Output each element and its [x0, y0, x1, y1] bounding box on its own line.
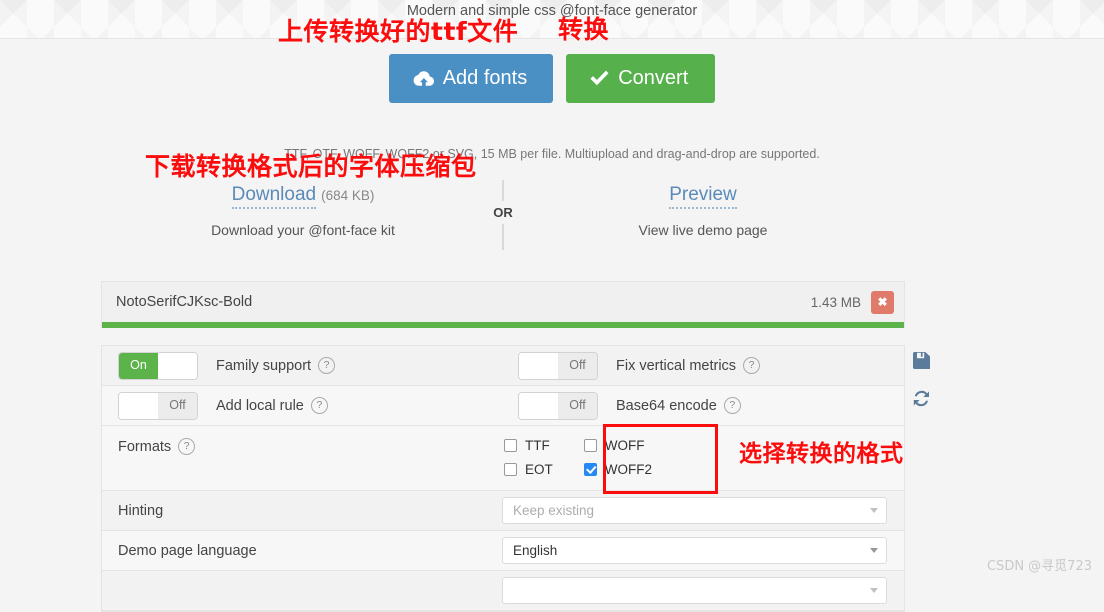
help-icon-base64-encode[interactable]: ?	[723, 397, 741, 414]
help-icon-fix-vertical-metrics[interactable]: ?	[743, 357, 761, 374]
preview-link-wrap: Preview	[503, 184, 903, 209]
site-tagline: Modern and simple css @font-face generat…	[406, 3, 698, 19]
help-icon-add-local-rule[interactable]: ?	[310, 397, 328, 414]
csdn-watermark: CSDN @寻觅723	[986, 559, 1092, 574]
hinting-select[interactable]: Keep existing	[502, 497, 887, 524]
fix-vertical-metrics-cell: Off Fix vertical metrics ?	[502, 351, 902, 380]
format-label-ttf: TTF	[525, 438, 550, 453]
chevron-down-icon-demo-language	[870, 548, 878, 553]
base64-encode-label: Base64 encode	[616, 397, 717, 414]
download-size-label: (684 KB)	[321, 188, 375, 203]
format-option-ttf[interactable]: TTF	[504, 438, 553, 453]
chevron-down-icon-next-option	[870, 588, 878, 593]
fix-vertical-metrics-label-wrap: Fix vertical metrics ?	[616, 357, 761, 374]
chevron-down-icon-hinting	[870, 508, 878, 513]
formats-label: Formats	[118, 438, 172, 455]
panel-side-actions	[905, 345, 937, 412]
preview-link[interactable]: Preview	[669, 184, 737, 209]
family-support-toggle-knob	[158, 352, 197, 379]
file-progress-bar	[102, 322, 904, 328]
checkbox-woff[interactable]	[583, 439, 597, 452]
convert-label: Convert	[618, 67, 689, 89]
base64-encode-toggle[interactable]: Off	[518, 391, 598, 420]
family-support-toggle-state: On	[119, 352, 158, 379]
base64-encode-toggle-state: Off	[558, 392, 597, 419]
demo-language-row: Demo page language English	[102, 531, 904, 571]
demo-language-select-value: English	[513, 543, 558, 558]
formats-group-left: TTF EOT	[504, 438, 553, 477]
preview-column: Preview View live demo page	[503, 184, 903, 238]
help-icon-family-support[interactable]: ?	[318, 357, 336, 374]
add-local-rule-cell: Off Add local rule ?	[102, 391, 502, 420]
family-support-label-wrap: Family support ?	[216, 357, 336, 374]
fix-vertical-metrics-toggle-knob	[519, 352, 558, 379]
hinting-label: Hinting	[118, 502, 164, 519]
family-support-label: Family support	[216, 357, 312, 374]
add-fonts-label: Add fonts	[442, 67, 528, 89]
hinting-row: Hinting Keep existing	[102, 491, 904, 531]
add-local-rule-label: Add local rule	[216, 397, 304, 414]
file-size: 1.43 MB	[810, 294, 861, 310]
base64-encode-toggle-knob	[519, 392, 558, 419]
actions-zone: Add fonts Convert TTF, OTF, WOFF, WOFF2 …	[0, 39, 1104, 161]
demo-language-label: Demo page language	[118, 542, 257, 559]
fix-vertical-metrics-toggle[interactable]: Off	[518, 351, 598, 380]
download-column: Download (684 KB) Download your @font-fac…	[103, 184, 503, 238]
add-fonts-button[interactable]: Add fonts	[388, 54, 554, 103]
base64-encode-label-wrap: Base64 encode ?	[616, 397, 741, 414]
refresh-icon[interactable]	[913, 390, 930, 412]
annotation-upload-ttf: 上传转换好的ttf文件	[278, 17, 519, 46]
add-local-rule-toggle-state: Off	[158, 392, 197, 419]
fix-vertical-metrics-label: Fix vertical metrics	[616, 357, 737, 374]
download-subtitle: Download your @font-face kit	[211, 222, 395, 238]
download-link-wrap: Download (684 KB)	[103, 184, 503, 209]
file-name: NotoSerifCJKsc-Bold	[116, 294, 253, 310]
download-link[interactable]: Download	[231, 184, 317, 209]
help-icon-formats[interactable]: ?	[178, 438, 196, 455]
file-row: NotoSerifCJKsc-Bold 1.43 MB ✖	[102, 282, 904, 322]
save-icon[interactable]	[912, 352, 930, 374]
annotation-download-package: 下载转换格式后的字体压缩包	[145, 152, 477, 181]
add-local-rule-label-wrap: Add local rule ?	[216, 397, 328, 414]
demo-language-select[interactable]: English	[502, 537, 887, 564]
next-option-row-partial	[102, 571, 904, 611]
formats-label-wrap: Formats ?	[102, 438, 502, 455]
annotation-highlight-box-formats	[603, 424, 718, 494]
annotation-select-format: 选择转换的格式	[739, 441, 904, 467]
action-button-row: Add fonts Convert	[0, 54, 1104, 103]
checkbox-ttf[interactable]	[504, 439, 517, 452]
next-option-select[interactable]	[502, 577, 887, 604]
checkbox-woff2[interactable]	[583, 463, 597, 476]
family-support-toggle[interactable]: On	[118, 351, 198, 380]
family-support-cell: On Family support ?	[102, 351, 502, 380]
convert-button[interactable]: Convert	[566, 54, 716, 103]
format-option-eot[interactable]: EOT	[504, 462, 553, 477]
options-row-1: On Family support ? Off Fix vertical met…	[102, 346, 904, 386]
add-local-rule-toggle[interactable]: Off	[118, 391, 198, 420]
base64-encode-cell: Off Base64 encode ?	[502, 391, 902, 420]
checkbox-eot[interactable]	[504, 463, 517, 476]
font-options-panel: On Family support ? Off Fix vertical met…	[101, 345, 905, 612]
format-label-eot: EOT	[525, 462, 553, 477]
header-pattern-band: Modern and simple css @font-face generat…	[0, 0, 1104, 39]
check-icon	[590, 70, 609, 86]
options-row-2: Off Add local rule ? Off Base64 encode ?	[102, 386, 904, 426]
hinting-select-value: Keep existing	[513, 503, 595, 518]
upload-cloud-icon	[413, 70, 434, 87]
annotation-convert: 转换	[558, 15, 610, 44]
fix-vertical-metrics-toggle-state: Off	[558, 352, 597, 379]
uploaded-file-card: NotoSerifCJKsc-Bold 1.43 MB ✖	[101, 281, 905, 328]
preview-subtitle: View live demo page	[638, 222, 768, 238]
remove-file-button[interactable]: ✖	[871, 290, 894, 314]
add-local-rule-toggle-knob	[119, 392, 158, 419]
